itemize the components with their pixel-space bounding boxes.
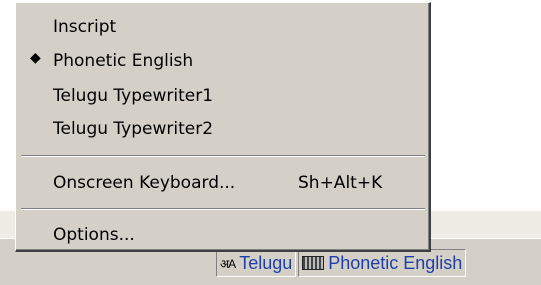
- menu-item-telugu-typewriter1[interactable]: Telugu Typewriter1: [16, 80, 428, 112]
- selected-bullet-icon: ◆: [30, 50, 41, 66]
- screen: अA Telugu Phonetic English Inscript ◆ Ph…: [0, 0, 541, 285]
- language-button[interactable]: अA Telugu: [216, 249, 297, 277]
- menu-item-label: Telugu Typewriter1: [53, 86, 214, 106]
- menu-item-telugu-typewriter2[interactable]: Telugu Typewriter2: [16, 113, 428, 145]
- menu-separator: [21, 155, 425, 157]
- menu-item-options[interactable]: Options...: [16, 219, 428, 251]
- language-icon: अA: [220, 256, 236, 271]
- menu-item-inscript[interactable]: Inscript: [16, 11, 428, 43]
- menu-item-onscreen-keyboard[interactable]: Onscreen Keyboard... Sh+Alt+K: [16, 167, 428, 199]
- menu-item-shortcut: Sh+Alt+K: [298, 173, 383, 193]
- keyboard-icon: [302, 256, 325, 270]
- language-label: Telugu: [239, 252, 293, 273]
- menu-item-label: Options...: [53, 225, 135, 245]
- menu-item-label: Onscreen Keyboard...: [53, 173, 236, 193]
- menu-item-label: Inscript: [53, 17, 117, 37]
- menu-item-phonetic-english[interactable]: ◆ Phonetic English: [16, 45, 428, 77]
- menu-item-label: Telugu Typewriter2: [53, 119, 214, 139]
- language-bar: अA Telugu Phonetic English: [216, 248, 467, 278]
- input-method-menu: Inscript ◆ Phonetic English Telugu Typew…: [15, 2, 431, 252]
- keyboard-layout-button[interactable]: Phonetic English: [298, 249, 467, 277]
- menu-separator: [21, 208, 425, 210]
- menu-item-label: Phonetic English: [53, 51, 194, 71]
- keyboard-layout-label: Phonetic English: [328, 252, 463, 273]
